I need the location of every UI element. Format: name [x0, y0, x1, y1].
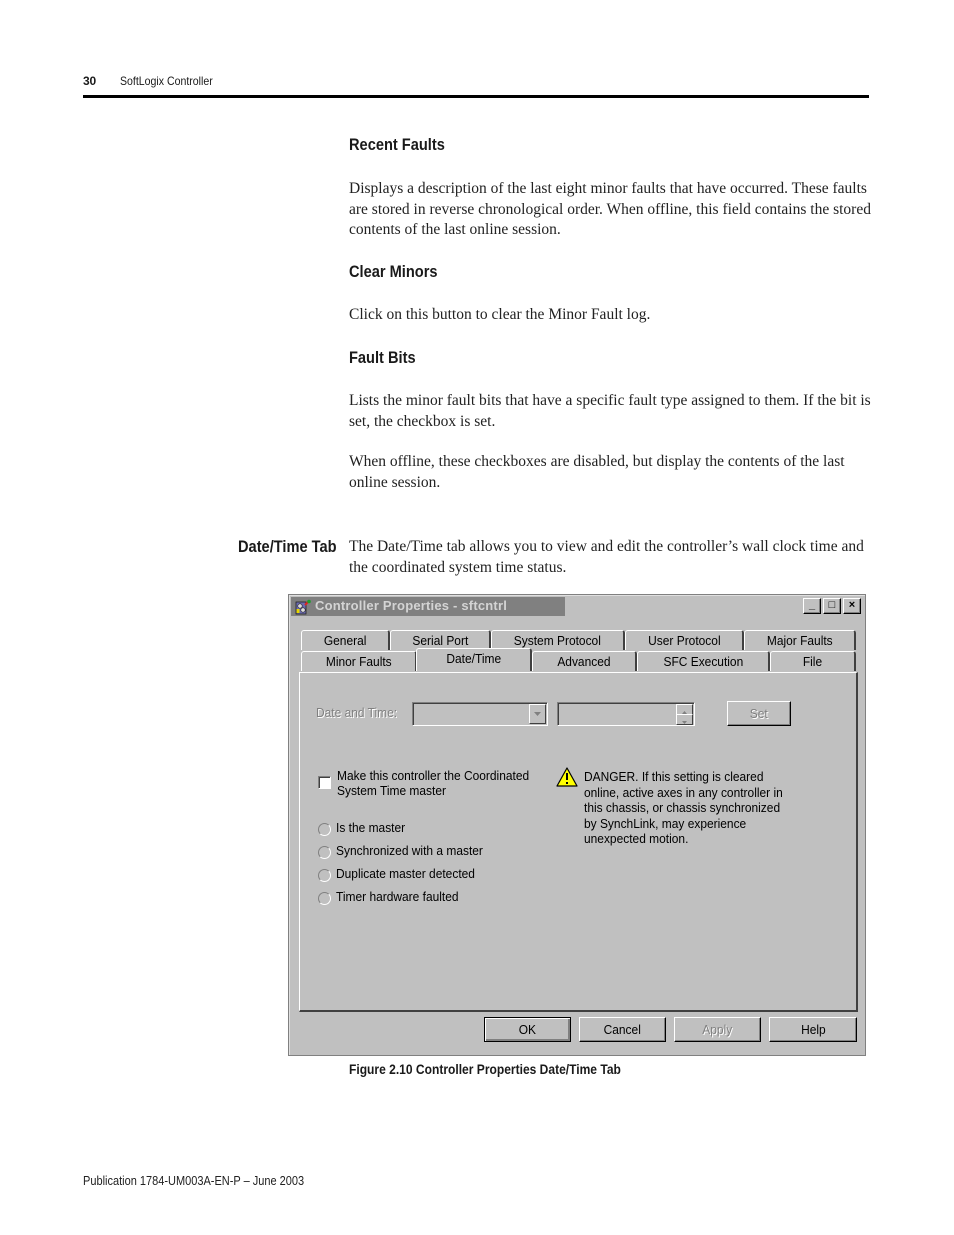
heading-recent-faults: Recent Faults — [349, 135, 445, 154]
paragraph-recent-faults: Displays a description of the last eight… — [349, 180, 871, 238]
radio-synchronized-label: Synchronized with a master — [336, 843, 483, 858]
radio-duplicate-master[interactable] — [318, 869, 331, 882]
publication-footer: Publication 1784-UM003A-EN-P – June 2003 — [83, 1174, 305, 1188]
paragraph-date-time-tab: The Date/Time tab allows you to view and… — [349, 538, 864, 576]
paragraph-clear-minors: Click on this button to clear the Minor … — [349, 306, 651, 323]
tab-system-protocol[interactable]: System Protocol — [491, 630, 625, 650]
cst-master-label-line2: System Time master — [337, 783, 446, 798]
time-spinner[interactable] — [557, 702, 695, 726]
set-button[interactable]: Set — [727, 701, 791, 726]
chevron-down-icon — [534, 712, 541, 716]
tab-user-protocol[interactable]: User Protocol — [625, 630, 744, 650]
close-button[interactable]: × — [843, 598, 861, 614]
warning-icon — [556, 767, 578, 787]
radio-is-master-label: Is the master — [336, 820, 406, 835]
help-button[interactable]: Help — [769, 1017, 857, 1042]
date-and-time-label: Date and Time: — [316, 705, 398, 720]
page-number: 30 — [83, 74, 96, 88]
heading-fault-bits: Fault Bits — [349, 348, 416, 367]
running-title: SoftLogix Controller — [120, 74, 213, 88]
tab-date-time[interactable]: Date/Time — [416, 648, 532, 671]
paragraph-fault-bits-2: When offline, these checkboxes are disab… — [349, 453, 845, 491]
ok-button[interactable]: OK — [484, 1017, 571, 1042]
danger-warning-text: DANGER. If this setting is cleared onlin… — [584, 769, 783, 846]
radio-timer-faulted-label: Timer hardware faulted — [336, 889, 459, 904]
date-time-panel: Date and Time: Set Make this controller … — [299, 672, 858, 1012]
apply-button[interactable]: Apply — [674, 1017, 761, 1042]
side-heading-date-time-tab: Date/Time Tab — [238, 537, 337, 556]
cst-master-label-line1: Make this controller the Coordinated — [337, 768, 530, 783]
radio-timer-faulted[interactable] — [318, 892, 331, 905]
cancel-button[interactable]: Cancel — [579, 1017, 666, 1042]
tab-file[interactable]: File — [770, 651, 856, 671]
heading-clear-minors: Clear Minors — [349, 262, 438, 281]
tab-advanced[interactable]: Advanced — [532, 651, 637, 671]
controller-app-icon — [295, 599, 311, 615]
tab-major-faults[interactable]: Major Faults — [744, 630, 856, 650]
radio-duplicate-master-label: Duplicate master detected — [336, 866, 475, 881]
arrow-down-icon — [682, 721, 687, 724]
tab-general[interactable]: General — [301, 630, 390, 650]
controller-properties-dialog: Controller Properties - sftcntrl _ □ × G… — [288, 594, 866, 1056]
date-dropdown[interactable] — [412, 702, 548, 726]
date-dropdown-button[interactable] — [529, 704, 546, 724]
dialog-title: Controller Properties - sftcntrl — [315, 598, 508, 613]
tab-serial-port[interactable]: Serial Port — [390, 630, 491, 650]
paragraph-fault-bits-1: Lists the minor fault bits that have a s… — [349, 392, 871, 430]
dialog-title-bar[interactable]: Controller Properties - sftcntrl — [291, 597, 565, 616]
maximize-button[interactable]: □ — [823, 598, 841, 614]
cst-master-checkbox[interactable] — [318, 776, 331, 789]
figure-caption: Figure 2.10 Controller Properties Date/T… — [349, 1061, 621, 1077]
spin-down-button[interactable] — [676, 714, 693, 725]
minimize-button[interactable]: _ — [803, 598, 821, 614]
tab-minor-faults[interactable]: Minor Faults — [301, 651, 417, 671]
tab-sfc-execution[interactable]: SFC Execution — [637, 651, 770, 671]
radio-synchronized[interactable] — [318, 846, 331, 859]
radio-is-master[interactable] — [318, 823, 331, 836]
header-rule — [83, 95, 869, 98]
